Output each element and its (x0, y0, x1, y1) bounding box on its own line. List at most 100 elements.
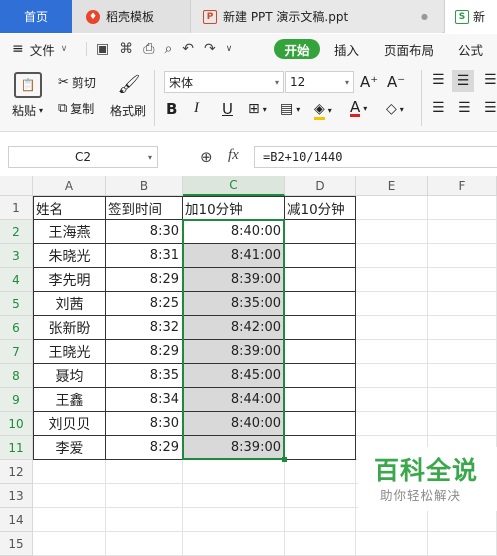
merge-button[interactable]: ▤ ▾ (280, 101, 300, 117)
cell-a13[interactable] (33, 484, 106, 508)
file-menu[interactable]: ≡ 文件 ∨ (12, 34, 67, 64)
column-header-a[interactable]: A (33, 176, 106, 196)
paste-icon[interactable]: 📋 (14, 72, 42, 98)
row-header-1[interactable]: 1 (0, 196, 33, 220)
cell-e7[interactable] (356, 340, 428, 364)
cell-e4[interactable] (356, 268, 428, 292)
row-header-12[interactable]: 12 (0, 460, 33, 484)
row-header-6[interactable]: 6 (0, 316, 33, 340)
grow-font-button[interactable]: A⁺ (360, 73, 378, 91)
cell-f2[interactable] (428, 220, 497, 244)
underline-button[interactable]: U (222, 100, 233, 118)
formula-input[interactable]: =B2+10/1440 (254, 146, 497, 168)
cell-a15[interactable] (33, 532, 106, 556)
clear-format-button[interactable]: ◇ ▾ (386, 101, 404, 117)
align-left-button[interactable]: ☰ (432, 100, 445, 116)
cell-e15[interactable] (356, 532, 428, 556)
fill-handle[interactable] (282, 457, 287, 462)
cell-e9[interactable] (356, 388, 428, 412)
cell-c2[interactable]: 8:40:00 (183, 220, 285, 244)
cell-a7[interactable]: 王晓光 (33, 340, 106, 364)
cell-e14[interactable] (356, 508, 428, 532)
insert-function-button[interactable]: fx (228, 147, 239, 164)
tab-home[interactable]: 首页 (0, 0, 72, 33)
tab-spreadsheet[interactable]: S 新 (444, 0, 497, 33)
cell-b7[interactable]: 8:29 (106, 340, 183, 364)
cell-c9[interactable]: 8:44:00 (183, 388, 285, 412)
cell-b8[interactable]: 8:35 (106, 364, 183, 388)
cell-c14[interactable] (183, 508, 285, 532)
format-painter-button[interactable]: 格式刷 (110, 102, 146, 119)
row-header-4[interactable]: 4 (0, 268, 33, 292)
cell-d11[interactable] (285, 436, 356, 460)
cell-c7[interactable]: 8:39:00 (183, 340, 285, 364)
cell-a9[interactable]: 王鑫 (33, 388, 106, 412)
cell-d1[interactable]: 减10分钟 (285, 196, 356, 220)
column-header-f[interactable]: F (428, 176, 497, 196)
formula-tab[interactable]: 公式 (458, 34, 483, 64)
cell-f10[interactable] (428, 412, 497, 436)
cell-b13[interactable] (106, 484, 183, 508)
row-header-5[interactable]: 5 (0, 292, 33, 316)
cell-c11[interactable]: 8:39:00 (183, 436, 285, 460)
cell-e2[interactable] (356, 220, 428, 244)
cell-f6[interactable] (428, 316, 497, 340)
cell-a4[interactable]: 李先明 (33, 268, 106, 292)
chevron-down-icon[interactable]: ∨ (226, 44, 233, 54)
align-top-button[interactable]: ☰ (432, 72, 445, 88)
cell-c13[interactable] (183, 484, 285, 508)
cell-c8[interactable]: 8:45:00 (183, 364, 285, 388)
row-header-11[interactable]: 11 (0, 436, 33, 460)
cell-a10[interactable]: 刘贝贝 (33, 412, 106, 436)
cell-b12[interactable] (106, 460, 183, 484)
cell-c12[interactable] (183, 460, 285, 484)
paste-button[interactable]: 粘贴 ▾ (12, 102, 43, 119)
cell-c3[interactable]: 8:41:00 (183, 244, 285, 268)
cell-b4[interactable]: 8:29 (106, 268, 183, 292)
border-button[interactable]: ⊞ ▾ (248, 101, 267, 117)
cell-b2[interactable]: 8:30 (106, 220, 183, 244)
cell-e3[interactable] (356, 244, 428, 268)
cell-b5[interactable]: 8:25 (106, 292, 183, 316)
cell-b15[interactable] (106, 532, 183, 556)
row-header-7[interactable]: 7 (0, 340, 33, 364)
cell-f15[interactable] (428, 532, 497, 556)
cell-f4[interactable] (428, 268, 497, 292)
tab-ppt-document[interactable]: P 新建 PPT 演示文稿.ppt ● (190, 0, 442, 33)
cell-b14[interactable] (106, 508, 183, 532)
insert-tab[interactable]: 插入 (334, 34, 359, 64)
cell-a11[interactable]: 李爱 (33, 436, 106, 460)
cell-a8[interactable]: 聂均 (33, 364, 106, 388)
cell-d12[interactable] (285, 460, 356, 484)
undo-icon[interactable]: ↶ (182, 41, 194, 57)
cell-c4[interactable]: 8:39:00 (183, 268, 285, 292)
cell-f5[interactable] (428, 292, 497, 316)
cell-b1[interactable]: 签到时间 (106, 196, 183, 220)
print-preview-icon[interactable]: ⌕ (164, 41, 172, 57)
row-header-9[interactable]: 9 (0, 388, 33, 412)
cell-f7[interactable] (428, 340, 497, 364)
column-header-c[interactable]: C (183, 176, 285, 196)
cell-d13[interactable] (285, 484, 356, 508)
format-painter-icon[interactable]: 🖌 (118, 72, 141, 96)
column-header-e[interactable]: E (356, 176, 428, 196)
row-header-10[interactable]: 10 (0, 412, 33, 436)
cell-d2[interactable] (285, 220, 356, 244)
cell-e10[interactable] (356, 412, 428, 436)
cell-b10[interactable]: 8:30 (106, 412, 183, 436)
cell-d3[interactable] (285, 244, 356, 268)
cut-button[interactable]: ✂ 剪切 (58, 74, 96, 91)
cell-e8[interactable] (356, 364, 428, 388)
row-header-15[interactable]: 15 (0, 532, 33, 556)
start-tab[interactable]: 开始 (274, 39, 320, 59)
align-middle-button[interactable]: ☰ (452, 70, 474, 92)
row-header-2[interactable]: 2 (0, 220, 33, 244)
cell-c1[interactable]: 加10分钟 (183, 196, 285, 220)
cell-f14[interactable] (428, 508, 497, 532)
column-header-b[interactable]: B (106, 176, 183, 196)
row-header-14[interactable]: 14 (0, 508, 33, 532)
cell-d15[interactable] (285, 532, 356, 556)
cell-f8[interactable] (428, 364, 497, 388)
cell-a6[interactable]: 张新盼 (33, 316, 106, 340)
italic-button[interactable]: I (194, 100, 199, 117)
